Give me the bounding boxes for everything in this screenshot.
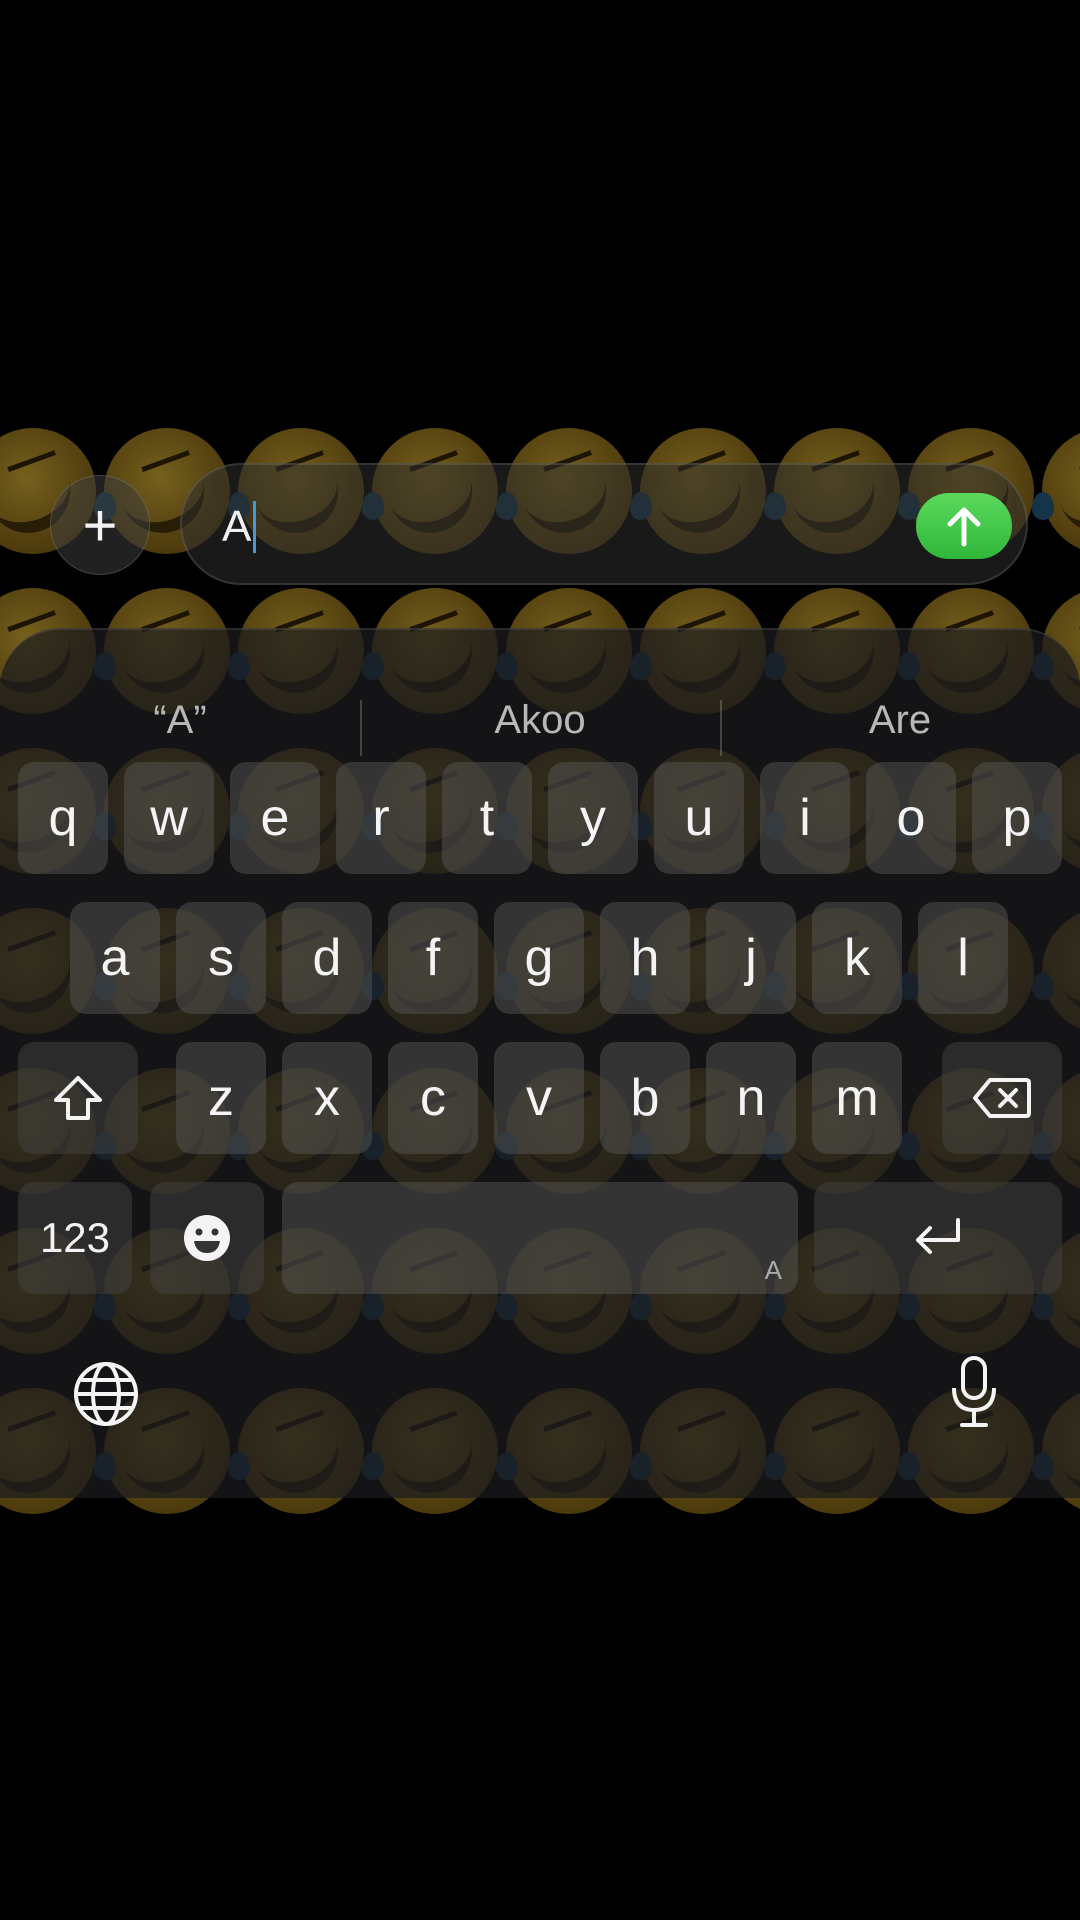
suggestion-bar: “A” Akoo Are (0, 670, 1080, 770)
enter-icon (916, 1218, 960, 1254)
key-j[interactable]: j (706, 902, 796, 1014)
shift-key[interactable] (18, 1042, 138, 1154)
shift-icon (54, 1076, 102, 1120)
key-r[interactable]: r (336, 762, 426, 874)
wallpaper-emoji (1032, 428, 1080, 554)
key-a[interactable]: a (70, 902, 160, 1014)
emoji-icon (184, 1215, 230, 1261)
key-f[interactable]: f (388, 902, 478, 1014)
key-u[interactable]: u (654, 762, 744, 874)
suggestion-item[interactable]: Are (720, 670, 1080, 770)
key-x[interactable]: x (282, 1042, 372, 1154)
suggestion-item[interactable]: Akoo (360, 670, 720, 770)
space-language-hint: A (764, 1255, 782, 1285)
key-b[interactable]: b (600, 1042, 690, 1154)
backspace-icon (973, 1078, 1031, 1118)
key-c[interactable]: c (388, 1042, 478, 1154)
space-key[interactable]: A (282, 1182, 798, 1294)
key-n[interactable]: n (706, 1042, 796, 1154)
key-q[interactable]: q (18, 762, 108, 874)
key-d[interactable]: d (282, 902, 372, 1014)
backspace-key[interactable] (942, 1042, 1062, 1154)
text-caret (253, 501, 257, 553)
enter-key[interactable] (814, 1182, 1062, 1294)
language-switch-button[interactable] (70, 1358, 142, 1430)
key-m[interactable]: m (812, 1042, 902, 1154)
numbers-key[interactable]: 123 (18, 1182, 132, 1294)
message-input-text: A (222, 501, 257, 553)
suggestion-item[interactable]: “A” (0, 670, 360, 770)
key-g[interactable]: g (494, 902, 584, 1014)
add-attachment-button[interactable]: + (50, 475, 150, 575)
key-l[interactable]: l (918, 902, 1008, 1014)
key-h[interactable]: h (600, 902, 690, 1014)
key-p[interactable]: p (972, 762, 1062, 874)
arrow-up-icon (947, 507, 981, 547)
key-z[interactable]: z (176, 1042, 266, 1154)
send-button[interactable] (916, 493, 1012, 559)
key-y[interactable]: y (548, 762, 638, 874)
mic-icon (952, 1356, 996, 1427)
key-t[interactable]: t (442, 762, 532, 874)
key-s[interactable]: s (176, 902, 266, 1014)
keyboard: “A” Akoo Are qwertyuiopasdfghjklzxcvbnm … (0, 628, 1080, 1498)
message-input-value: A (222, 502, 252, 551)
key-v[interactable]: v (494, 1042, 584, 1154)
key-o[interactable]: o (866, 762, 956, 874)
key-w[interactable]: w (124, 762, 214, 874)
key-k[interactable]: k (812, 902, 902, 1014)
globe-icon (74, 1362, 138, 1426)
key-e[interactable]: e (230, 762, 320, 874)
key-i[interactable]: i (760, 762, 850, 874)
emoji-key[interactable] (150, 1182, 264, 1294)
voice-input-button[interactable] (938, 1356, 1010, 1428)
message-input[interactable]: A (180, 463, 1028, 585)
screen: + A “A” Akoo Are qwertyuiop asdfghjkl zxcv… (0, 0, 1080, 1920)
